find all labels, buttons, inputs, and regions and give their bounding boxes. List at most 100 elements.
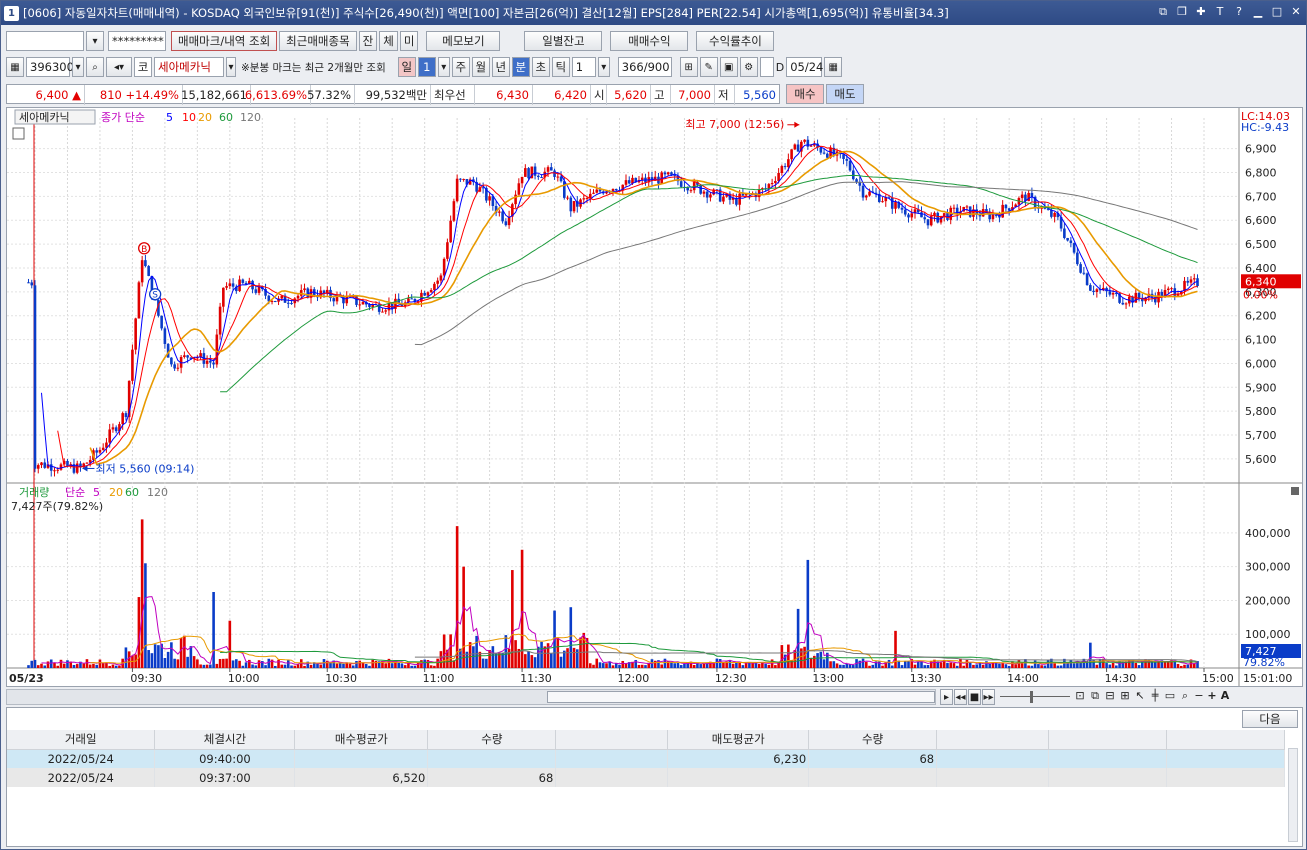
search-icon[interactable]: ⌕ (86, 57, 104, 77)
ruler-icon[interactable]: ╪ (1148, 689, 1162, 705)
candle-body (517, 183, 521, 195)
restore-icon[interactable]: ❐ (1176, 5, 1188, 19)
candle-body (433, 283, 436, 291)
period-minute[interactable]: 분 (511, 57, 530, 77)
account-dropdown-icon[interactable]: ▾ (86, 31, 104, 51)
help-icon[interactable]: ? (1233, 5, 1245, 19)
volume-bar (1037, 664, 1040, 668)
period-week[interactable]: 주 (451, 57, 470, 77)
return-trend-button[interactable]: 수익률추이 (696, 31, 775, 51)
mi-button[interactable]: 미 (399, 31, 419, 51)
daily-balance-button[interactable]: 일별잔고 (524, 31, 603, 51)
price-legend-title: 세아메카닉 (19, 111, 70, 124)
minimize-icon[interactable]: ▁ (1252, 5, 1264, 19)
volume-bar (660, 664, 664, 668)
period-month[interactable]: 월 (471, 57, 490, 77)
scroll-right-icon[interactable]: ▸ (940, 689, 953, 705)
low-annotation: 최저 5,560 (09:14) (95, 462, 194, 475)
settings-icon[interactable]: ⚙ (739, 57, 758, 77)
hide-icon[interactable]: ⊟ (1103, 689, 1117, 705)
candle-body (429, 290, 433, 293)
maximize-icon[interactable]: □ (1271, 5, 1283, 19)
name-dropdown-icon[interactable]: ▾ (226, 57, 236, 77)
password-input[interactable]: ********* (108, 31, 166, 51)
time-tick-label: 09:30 (130, 672, 162, 685)
candle-body (572, 201, 576, 212)
layout-icon[interactable]: ▦ (6, 57, 24, 77)
link-icon[interactable]: ⧉ (1157, 5, 1169, 19)
period-year[interactable]: 년 (491, 57, 510, 77)
candle-body (890, 197, 894, 209)
zoom-out-icon[interactable]: − (1193, 689, 1205, 705)
date-checkbox[interactable] (759, 57, 774, 77)
calendar-icon[interactable]: ▦ (824, 57, 843, 77)
date-input[interactable]: 05/24 (786, 57, 823, 77)
auto-scale-icon[interactable]: A (1219, 689, 1231, 705)
price-volume-chart[interactable]: 5,6005,7005,8005,9006,0006,1006,2006,300… (7, 108, 1302, 686)
speaker-icon[interactable]: ◂▾ (106, 57, 132, 77)
chart-scrollbar[interactable] (6, 689, 936, 705)
font-icon[interactable]: T (1214, 5, 1226, 19)
volume-bar (1069, 660, 1073, 668)
zoom-slider[interactable] (1000, 689, 1072, 705)
candle-body (722, 196, 725, 202)
chart-tool-icon[interactable]: ⊞ (679, 57, 698, 77)
volume-bar (475, 635, 478, 668)
period-day[interactable]: 일 (397, 57, 416, 77)
crosshair-icon[interactable]: ⊡ (1073, 689, 1087, 705)
chart-area[interactable]: 5,600 5,700 5,800 5,900 6,000 6,100 6,200 6,300… (6, 107, 1303, 687)
volume-bar (244, 662, 248, 668)
magnifier-icon[interactable]: ⌕ (1178, 689, 1192, 705)
volume-bar (972, 664, 975, 668)
jan-button[interactable]: 잔 (358, 31, 378, 51)
zoom-in-icon[interactable]: + (1206, 689, 1218, 705)
copy-icon[interactable]: ⧉ (1088, 689, 1102, 705)
trade-mark-button[interactable]: 매매마크/내역 조회 (171, 31, 278, 51)
candle-body (1108, 291, 1112, 295)
account-input[interactable] (6, 31, 84, 51)
volume-bar (1043, 665, 1047, 668)
recent-trade-button[interactable]: 최근매매종목 (279, 31, 357, 51)
stop-icon[interactable]: ■ (968, 689, 981, 705)
sell-button[interactable]: 매도 (826, 84, 864, 104)
count-input[interactable]: 366/900 (617, 57, 672, 77)
volume-bar (442, 634, 446, 668)
table-vscrollbar[interactable] (1288, 748, 1298, 842)
period-dropdown-icon[interactable]: ▾ (437, 57, 450, 77)
col-buy-avg: 매수평균가 (294, 730, 429, 750)
tick-dropdown-icon[interactable]: ▾ (597, 57, 610, 77)
volume-bar (176, 659, 180, 668)
pin-icon[interactable]: ✚ (1195, 5, 1207, 19)
last-icon[interactable]: ▸▸ (982, 689, 995, 705)
volume-bar (1137, 665, 1141, 668)
che-button[interactable]: 체 (379, 31, 398, 51)
buy-button[interactable]: 매수 (786, 84, 824, 104)
first-icon[interactable]: ◂◂ (954, 689, 967, 705)
volume-bar (533, 657, 537, 668)
tick-value-input[interactable]: 1 (571, 57, 596, 77)
volume-bar (1014, 664, 1017, 668)
cell-buy-qty: 68 (427, 768, 557, 787)
period-day-count[interactable]: 1 (417, 57, 436, 77)
memo-button[interactable]: 메모보기 (426, 31, 501, 51)
time-tick-label: 10:30 (325, 672, 357, 685)
code-dropdown-icon[interactable]: ▾ (72, 57, 84, 77)
stock-code-input[interactable]: 396300 (26, 57, 74, 77)
table-row[interactable]: 2022/05/24 09:40:00 6,230 68 (7, 749, 1286, 768)
close-icon[interactable]: ✕ (1290, 5, 1302, 19)
grid-icon[interactable]: ⊞ (1118, 689, 1132, 705)
table-row[interactable]: 2022/05/24 09:37:00 6,520 68 (7, 768, 1286, 787)
trade-profit-button[interactable]: 매매수익 (610, 31, 689, 51)
next-button[interactable]: 다음 (1242, 710, 1298, 728)
arrow-icon[interactable]: ↖ (1133, 689, 1147, 705)
draw-tool-icon[interactable]: ✎ (699, 57, 718, 77)
period-second[interactable]: 초 (531, 57, 550, 77)
volume-bar (33, 659, 37, 668)
scroll-thumb[interactable] (547, 691, 935, 703)
candle-body (689, 190, 693, 192)
volume-bar (413, 665, 417, 668)
price-tick-label: 6,700 (1245, 190, 1277, 203)
save-icon[interactable]: ▣ (719, 57, 738, 77)
period-tick[interactable]: 틱 (551, 57, 570, 77)
panel-icon[interactable]: ▭ (1163, 689, 1177, 705)
